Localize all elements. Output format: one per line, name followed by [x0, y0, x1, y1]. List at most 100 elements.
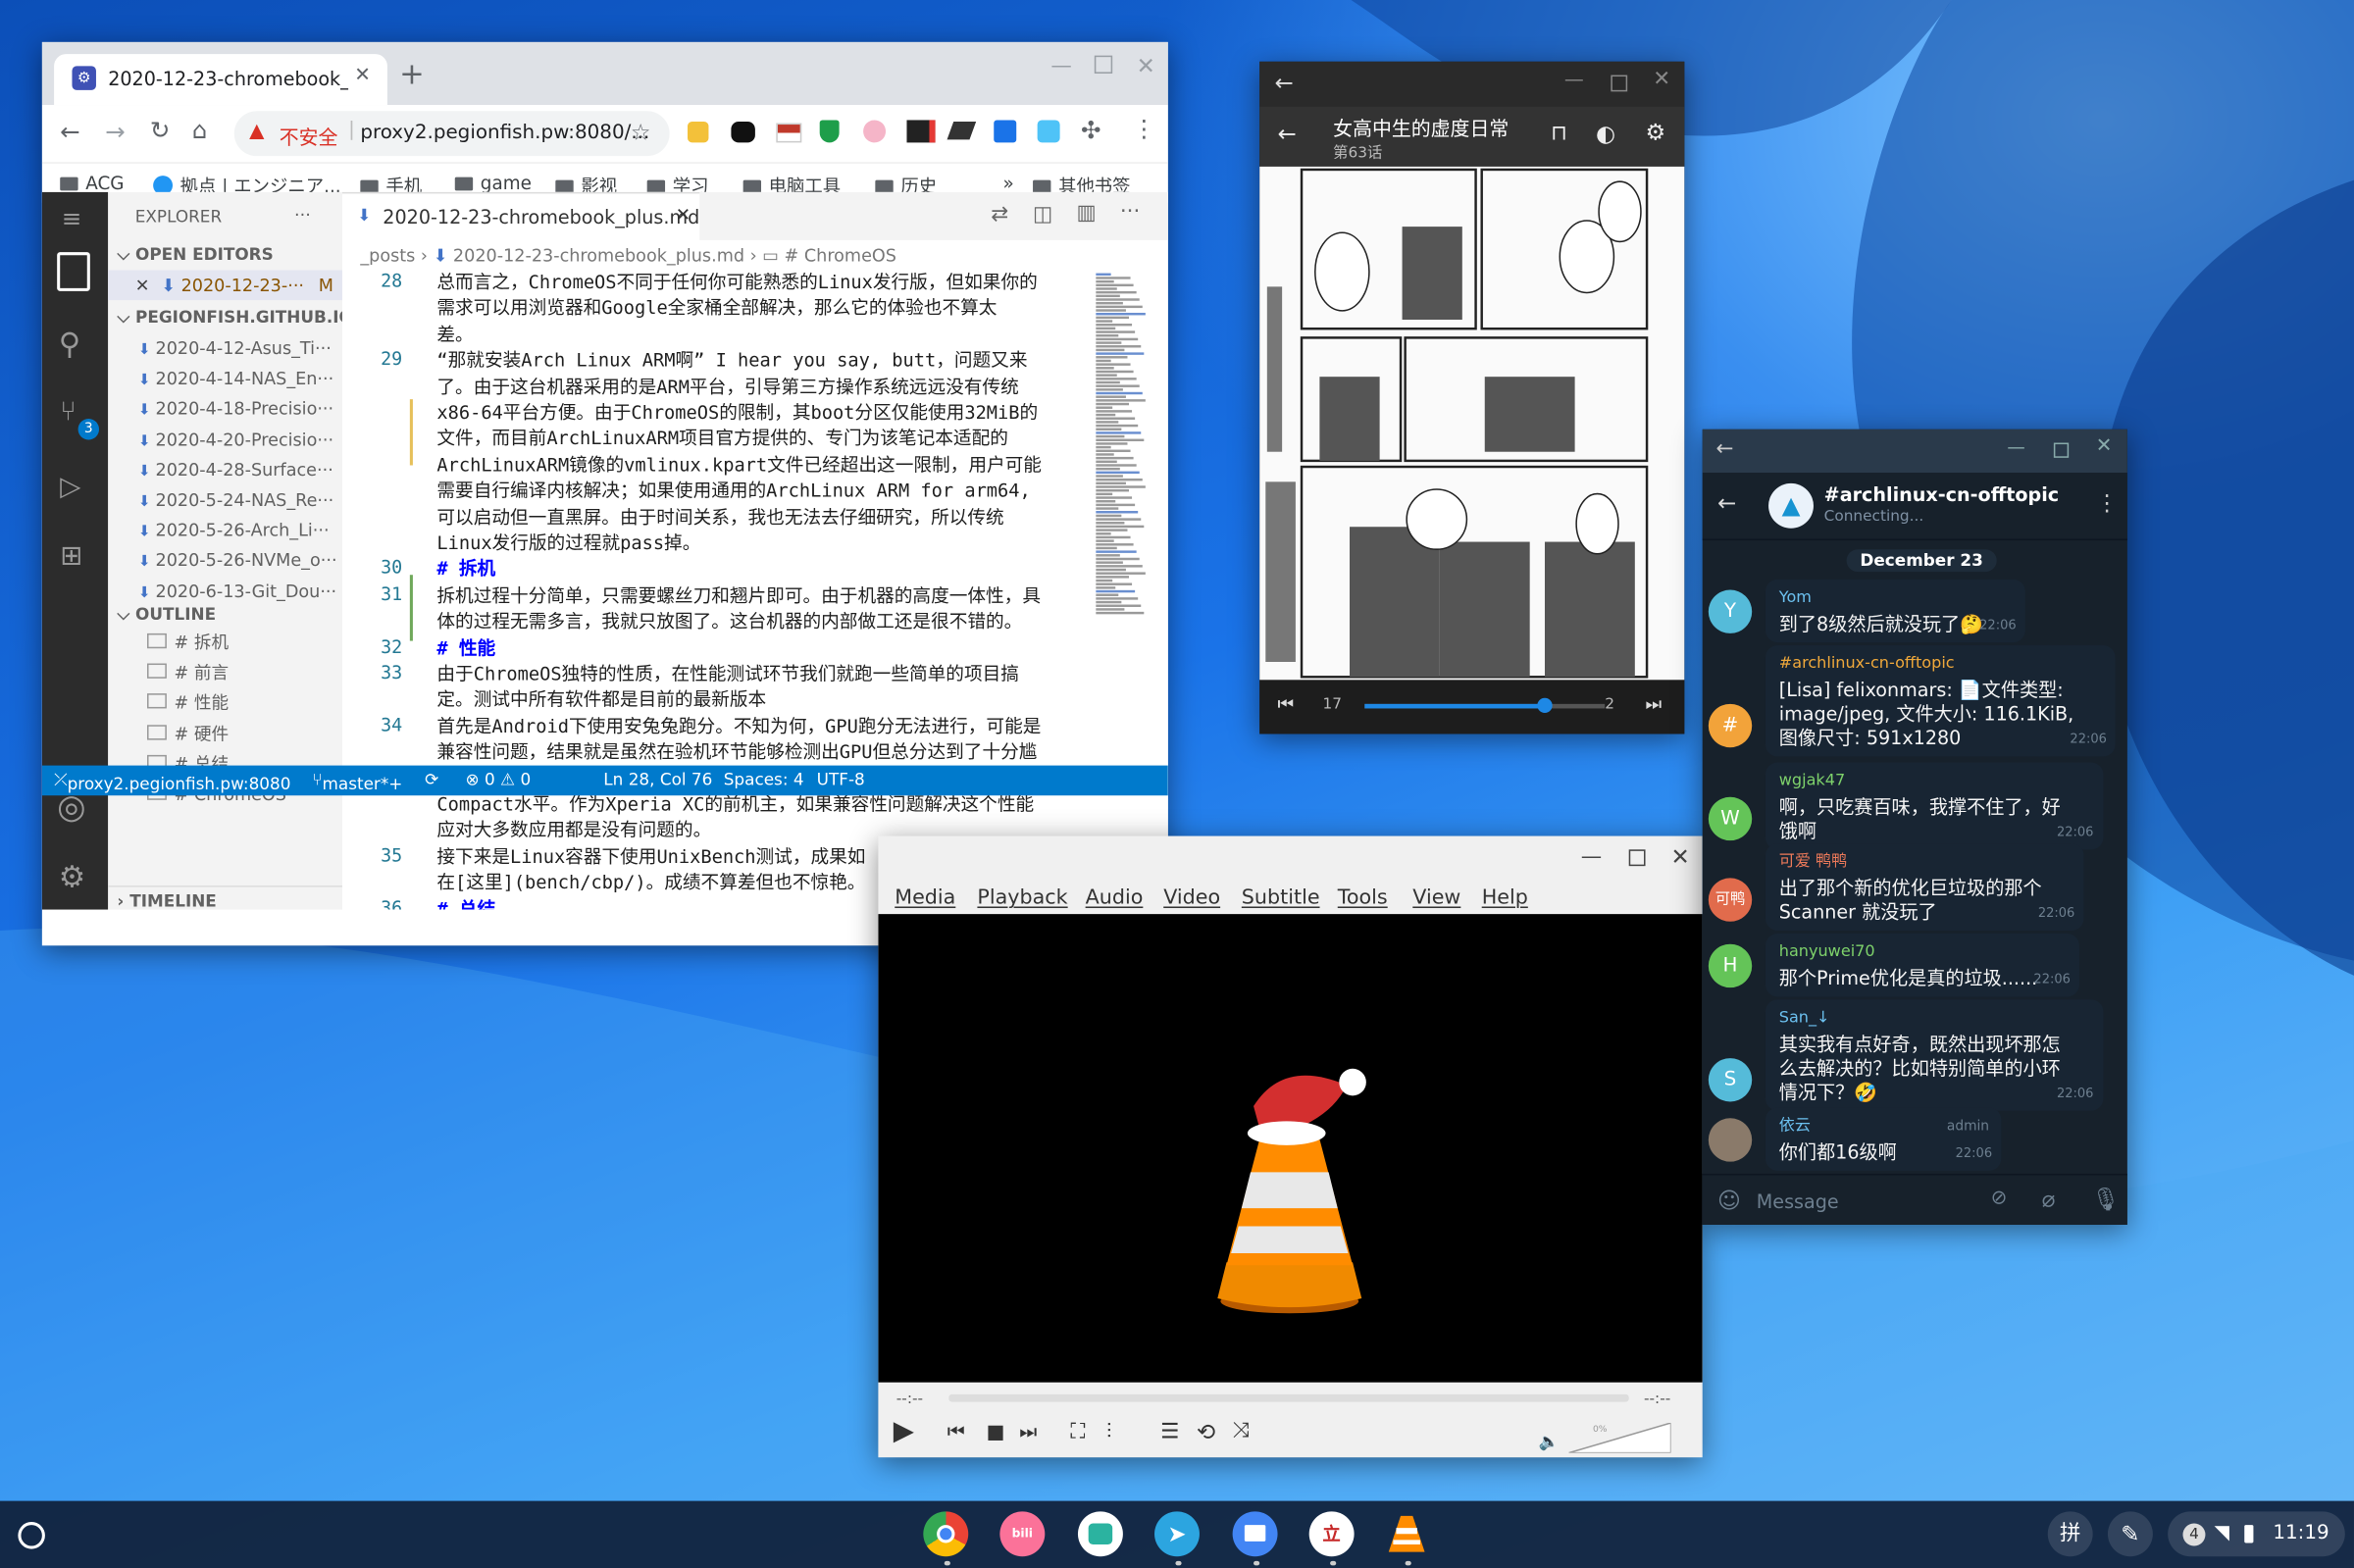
chrome-icon[interactable]: [923, 1511, 969, 1557]
status-tray[interactable]: 4 ◥ 11:19: [2168, 1511, 2345, 1557]
menu-view[interactable]: View: [1412, 885, 1460, 909]
sender-avatar[interactable]: Y: [1708, 589, 1753, 633]
open-editor-item[interactable]: ✕ ⬇ 2020-12-23-··· M: [108, 270, 342, 301]
breadcrumb-item[interactable]: 2020-12-23-chromebook_plus.md: [453, 244, 744, 265]
outline-item[interactable]: # 硬件: [108, 719, 342, 749]
sender-name[interactable]: 依云: [1779, 1114, 1960, 1138]
bot-command-icon[interactable]: ⊘: [1991, 1188, 2008, 1210]
remote-indicator[interactable]: ⤫ proxy2.pegionfish.pw:8080: [54, 770, 290, 793]
stylus-pen-icon[interactable]: ✎: [2107, 1511, 2153, 1557]
chat-menu-kebab-icon[interactable]: ⋮: [2096, 489, 2119, 517]
split-editor-icon[interactable]: ▥: [1076, 201, 1096, 225]
workspace-header[interactable]: ⌵ PEGIONFISH.GITHUB.IO: [108, 303, 342, 333]
playlist-icon[interactable]: ☰: [1160, 1420, 1179, 1443]
editor-more-icon[interactable]: ···: [1120, 200, 1140, 224]
sync-icon[interactable]: ⟳: [425, 770, 438, 789]
extended-settings-icon[interactable]: ⫶: [1106, 1420, 1111, 1443]
explorer-icon[interactable]: [57, 252, 90, 291]
extension-blue-icon[interactable]: [994, 120, 1017, 143]
settings-gear-icon[interactable]: ⚙: [59, 859, 85, 895]
menu-subtitle[interactable]: Subtitle: [1242, 885, 1320, 909]
outline-header[interactable]: ⌵ OUTLINE: [108, 600, 342, 631]
search-icon[interactable]: ⚲: [59, 326, 80, 362]
archlinux-avatar-icon[interactable]: ▲: [1768, 482, 1814, 529]
back-icon[interactable]: ←: [1274, 69, 1293, 96]
bookmark-icon[interactable]: ⊓: [1551, 122, 1567, 145]
outline-item[interactable]: # 前言: [108, 658, 342, 688]
last-page-icon[interactable]: ⏭: [1646, 693, 1663, 716]
timeline-header[interactable]: › TIMELINE: [108, 885, 342, 917]
maximize-icon[interactable]: [2053, 442, 2070, 458]
menu-icon[interactable]: ≡: [62, 204, 82, 232]
explorer-more-icon[interactable]: ···: [294, 204, 311, 225]
microphone-icon[interactable]: 🎙: [2091, 1186, 2120, 1213]
close-window-icon[interactable]: ✕: [1671, 843, 1690, 871]
branch-indicator[interactable]: ⑂ master*+: [312, 770, 402, 793]
reload-icon[interactable]: ↻: [150, 116, 171, 144]
ime-indicator[interactable]: 拼: [2047, 1511, 2093, 1557]
sender-name[interactable]: #archlinux-cn-offtopic: [1779, 651, 2073, 675]
menu-help[interactable]: Help: [1482, 885, 1528, 909]
stop-icon[interactable]: ■: [987, 1421, 1005, 1443]
speaker-mute-icon[interactable]: 🔈: [1539, 1432, 1560, 1451]
file-item[interactable]: ⬇ 2020-4-28-Surface···: [108, 454, 342, 484]
outline-item[interactable]: # 性能: [108, 688, 342, 719]
problems-indicator[interactable]: ⊗ 0 ⚠ 0: [465, 770, 531, 789]
minimize-icon[interactable]: —: [2007, 436, 2024, 457]
file-item[interactable]: ⬇ 2020-5-24-NAS_Re···: [108, 484, 342, 515]
previous-icon[interactable]: ⏮: [947, 1421, 965, 1443]
minimize-icon[interactable]: —: [1564, 69, 1584, 91]
bilibili-icon[interactable]: bili: [999, 1511, 1046, 1557]
new-tab-icon[interactable]: +: [399, 56, 425, 92]
run-debug-icon[interactable]: ▷: [60, 472, 80, 503]
extension-rocket-icon[interactable]: [947, 121, 977, 140]
menu-audio[interactable]: Audio: [1086, 885, 1144, 909]
maximize-icon[interactable]: [1628, 849, 1646, 867]
message-input[interactable]: Message: [1757, 1190, 1839, 1213]
vlc-icon[interactable]: [1384, 1511, 1429, 1556]
brightness-icon[interactable]: ◐: [1596, 120, 1615, 147]
bookmarks-overflow-icon[interactable]: »: [1002, 173, 1013, 193]
attach-icon[interactable]: ⌀: [2042, 1186, 2056, 1213]
file-item[interactable]: ⬇ 2020-4-20-Precisio···: [108, 425, 342, 455]
extension-translate-icon[interactable]: [1037, 120, 1060, 143]
first-page-icon[interactable]: ⏮: [1278, 693, 1295, 716]
file-item[interactable]: ⬇ 2020-5-26-Arch_Li···: [108, 515, 342, 545]
maximize-icon[interactable]: [1094, 55, 1113, 74]
seek-bar[interactable]: [948, 1393, 1629, 1402]
code-text-area[interactable]: 28 总而言之，ChromeOS不同于任何你可能熟悉的Linux发行版，但如果你的…: [342, 271, 1093, 910]
back-arrow-icon[interactable]: ←: [1717, 489, 1736, 517]
close-editor-icon[interactable]: ✕: [135, 275, 150, 295]
extension-red-icon[interactable]: [906, 120, 936, 143]
page-slider[interactable]: [1364, 697, 1606, 714]
file-item[interactable]: ⬇ 2020-4-14-NAS_En···: [108, 364, 342, 394]
home-icon[interactable]: ⌂: [192, 116, 208, 144]
file-item[interactable]: ⬇ 2020-4-18-Precisio···: [108, 394, 342, 425]
sender-avatar[interactable]: [1708, 1118, 1753, 1162]
sender-avatar[interactable]: H: [1708, 943, 1753, 988]
page-slider-handle[interactable]: [1537, 697, 1553, 714]
file-item[interactable]: ⬇ 2020-5-26-NVMe_o···: [108, 545, 342, 576]
files-icon[interactable]: [1232, 1511, 1278, 1557]
menu-video[interactable]: Video: [1163, 885, 1220, 909]
message-bubble[interactable]: 依云 admin 你们都16级啊 22:06: [1765, 1107, 2002, 1171]
back-icon[interactable]: ←: [1715, 436, 1733, 460]
back-arrow-icon[interactable]: ←: [1278, 120, 1297, 147]
extension-flag-icon[interactable]: [776, 123, 802, 143]
open-editors-header[interactable]: ⌵ OPEN EDITORS: [108, 240, 342, 271]
settings-icon[interactable]: ⚙: [1646, 119, 1666, 146]
menu-media[interactable]: Media: [895, 885, 955, 909]
message-bubble[interactable]: hanyuwei70 那个Prime优化是真的垃圾...... 22:06: [1765, 934, 2080, 997]
extension-icon-2[interactable]: [731, 121, 755, 143]
message-bubble[interactable]: wgjak47 啊，只吃赛百味，我撑不住了，好 饿啊 22:06: [1765, 762, 2103, 850]
source-control-icon[interactable]: ⑂: [60, 396, 77, 428]
browser-tab[interactable]: ⚙ 2020-12-23-chromebook_plus ✕: [54, 54, 387, 106]
sender-name[interactable]: Yom: [1779, 585, 1983, 609]
minimize-icon[interactable]: —: [1581, 845, 1602, 869]
message-bubble[interactable]: 可爱 鸭鸭 出了那个新的优化巨垃圾的那个 Scanner 就没玩了 22:06: [1765, 843, 2084, 931]
sender-avatar[interactable]: #: [1708, 703, 1753, 748]
extensions-puzzle-icon[interactable]: ✣: [1081, 116, 1101, 144]
minimize-icon[interactable]: —: [1050, 54, 1071, 77]
message-bubble[interactable]: #archlinux-cn-offtopic [Lisa] felixonmars…: [1765, 645, 2117, 757]
message-bubble[interactable]: Yom 到了8级然后就没玩了🤔 22:06: [1765, 579, 2025, 643]
